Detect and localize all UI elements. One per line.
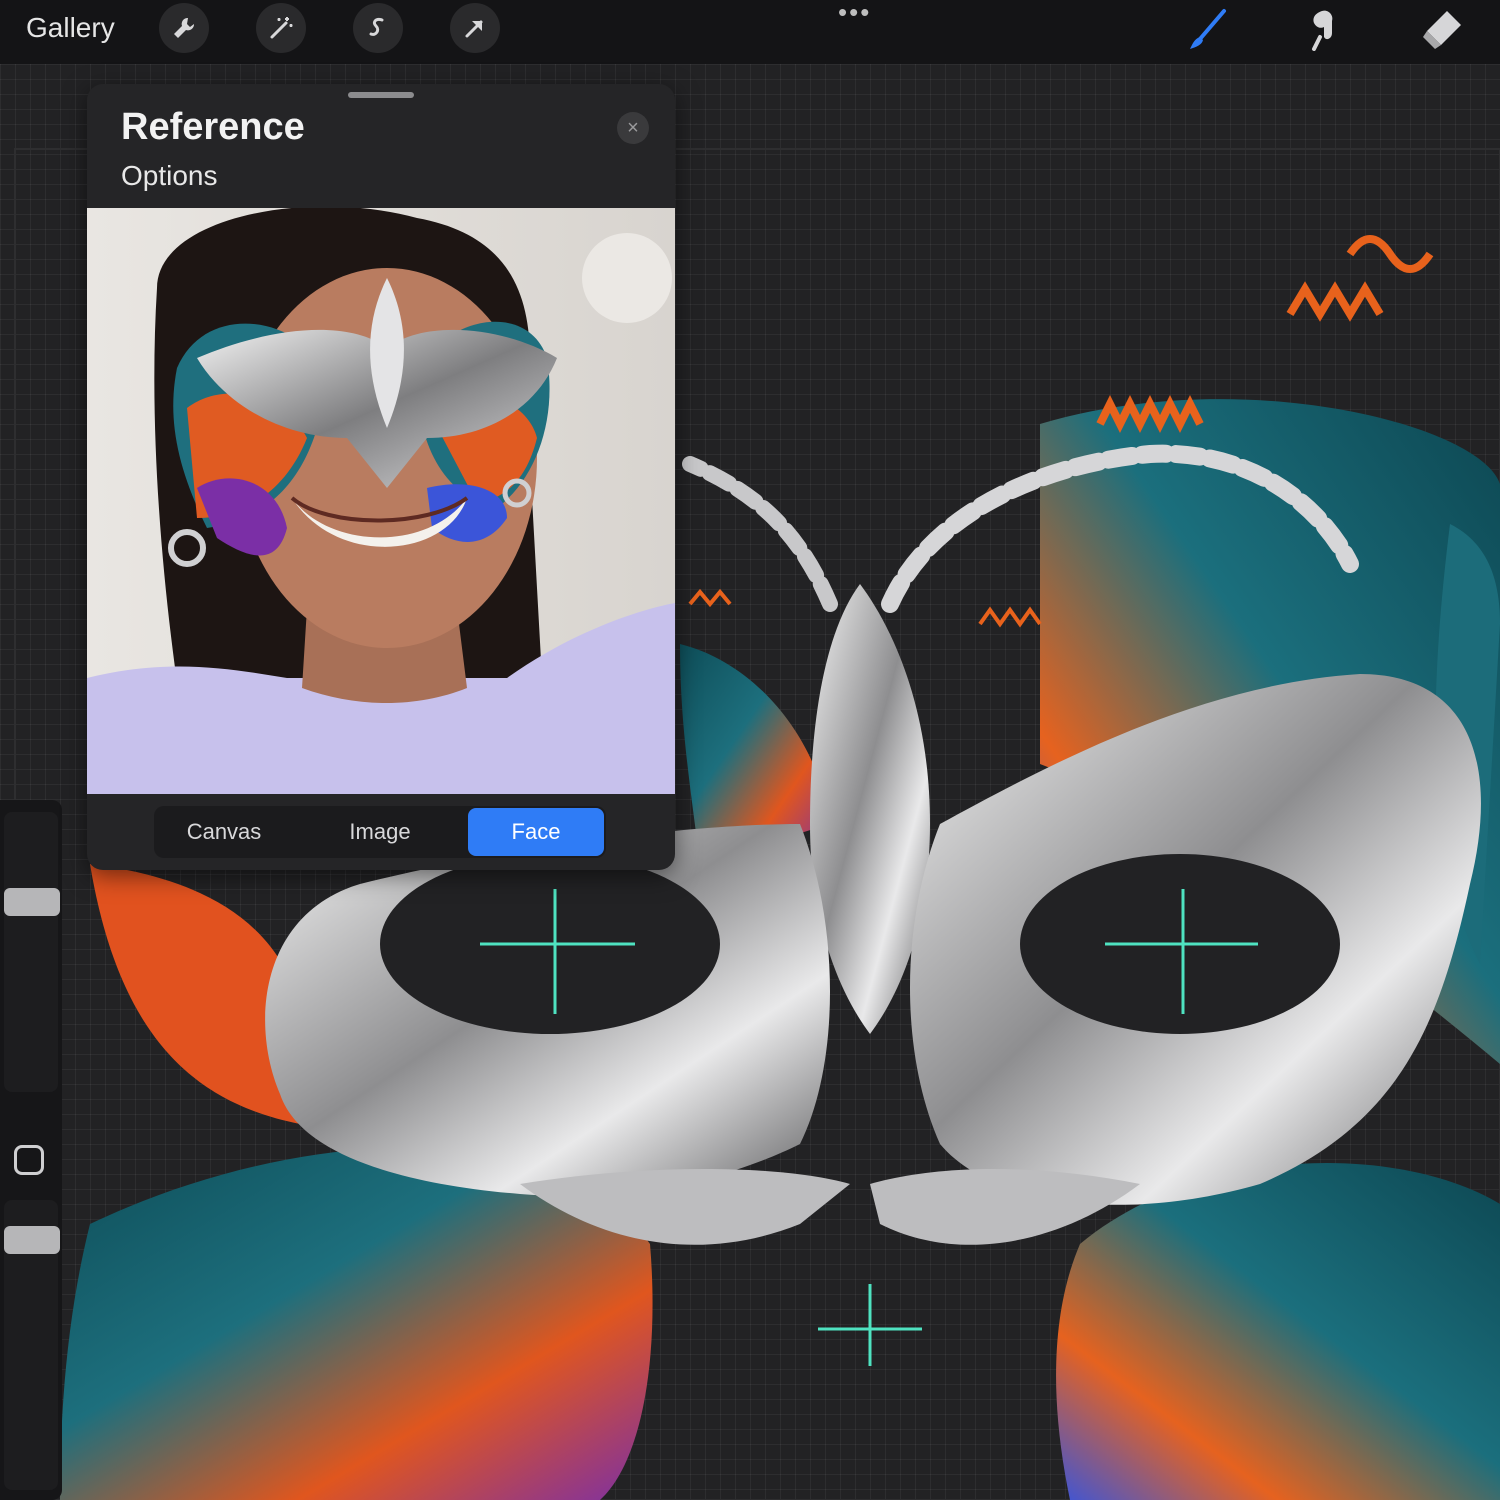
brush-size-slider[interactable] (4, 812, 58, 1092)
transform-button[interactable] (450, 3, 500, 53)
smudge-icon (1312, 10, 1333, 51)
top-toolbar: Gallery ••• (0, 0, 1500, 64)
eraser-icon (1423, 11, 1461, 49)
reference-panel: Reference Options × Canvas Image Face (87, 84, 675, 870)
selection-icon (369, 18, 384, 36)
tab-canvas[interactable]: Canvas (156, 808, 292, 856)
brush-size-thumb[interactable] (4, 887, 60, 916)
adjustments-button[interactable] (256, 3, 306, 53)
brush-button[interactable] (1183, 6, 1233, 52)
transform-arrow-icon (465, 20, 483, 38)
tab-image[interactable]: Image (312, 808, 448, 856)
gallery-button[interactable]: Gallery (26, 12, 115, 44)
options-button[interactable]: Options (121, 160, 218, 192)
left-sidebar (0, 800, 62, 1500)
actions-button[interactable] (159, 3, 209, 53)
reference-mode-segmented-control: Canvas Image Face (154, 806, 606, 858)
tab-face[interactable]: Face (468, 808, 604, 856)
opacity-thumb[interactable] (4, 1226, 60, 1255)
panel-title: Reference (121, 106, 305, 148)
selection-button[interactable] (353, 3, 403, 53)
eraser-button[interactable] (1416, 6, 1466, 52)
close-button[interactable]: × (617, 112, 649, 144)
smudge-button[interactable] (1299, 6, 1349, 52)
face-camera-image (87, 208, 675, 794)
close-icon: × (627, 117, 639, 139)
modify-button[interactable] (14, 1145, 44, 1175)
more-options-button[interactable]: ••• (838, 0, 871, 25)
reference-face-preview (87, 208, 675, 794)
wrench-icon (174, 17, 195, 38)
magic-wand-icon (270, 17, 293, 39)
brush-icon (1190, 9, 1226, 49)
panel-grabber[interactable] (348, 92, 414, 98)
